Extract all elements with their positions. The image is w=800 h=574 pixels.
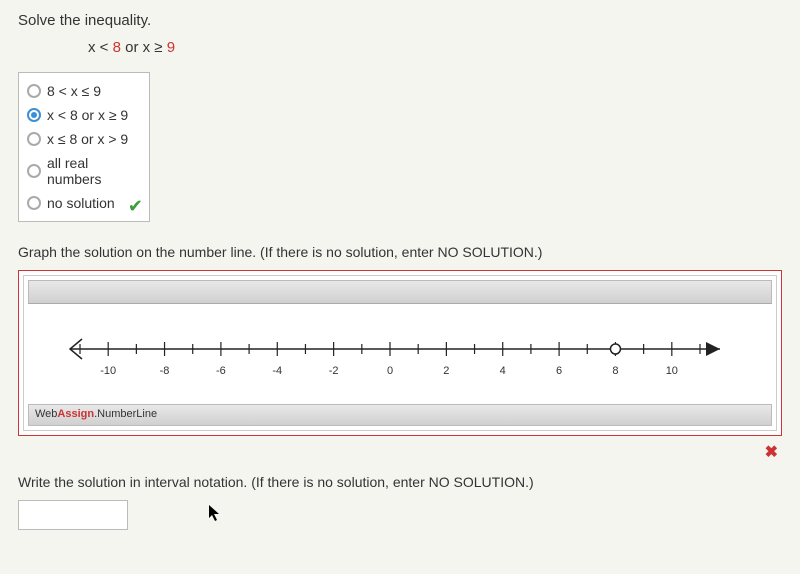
numberline-footer: WebAssign.NumberLine [28,404,772,426]
check-icon: ✔ [128,196,143,217]
option-row[interactable]: all real numbers [23,151,145,191]
interval-instruction: Write the solution in interval notation.… [18,474,782,490]
question-title: Solve the inequality. [18,12,782,29]
svg-text:-10: -10 [100,365,116,377]
option-row[interactable]: no solution [23,191,145,215]
svg-text:4: 4 [500,365,506,377]
ineq-part: x < [88,39,113,56]
radio-unchecked-icon[interactable] [27,84,41,98]
svg-text:-2: -2 [329,365,339,377]
open-point-icon[interactable] [610,344,620,354]
numberline-canvas[interactable]: -10 -8 -6 -4 -2 0 2 4 6 8 10 [28,304,772,404]
radio-options-box: 8 < x ≤ 9 x < 8 or x ≥ 9 x ≤ 8 or x > 9 … [18,72,150,222]
svg-text:10: 10 [666,365,678,377]
numberline-svg[interactable]: -10 -8 -6 -4 -2 0 2 4 6 8 10 [58,334,742,384]
svg-text:-4: -4 [272,365,282,377]
graph-instruction: Graph the solution on the number line. (… [18,244,782,260]
inequality-expression: x < 8 or x ≥ 9 [88,39,782,56]
brand-assign: Assign [57,408,94,420]
option-label: no solution [47,195,115,211]
option-label: x < 8 or x ≥ 9 [47,107,128,123]
radio-unchecked-icon[interactable] [27,164,41,178]
ineq-num2: 9 [167,39,175,56]
option-row[interactable]: 8 < x ≤ 9 [23,79,145,103]
radio-checked-icon[interactable] [27,108,41,122]
option-label: 8 < x ≤ 9 [47,83,101,99]
svg-text:-6: -6 [216,365,226,377]
brand-rest: .NumberLine [94,408,157,420]
option-label: x ≤ 8 or x > 9 [47,131,128,147]
svg-text:-8: -8 [160,365,170,377]
svg-text:6: 6 [556,365,562,377]
numberline-toolbar[interactable] [28,280,772,304]
radio-unchecked-icon[interactable] [27,132,41,146]
svg-text:8: 8 [612,365,618,377]
interval-answer-input[interactable] [18,500,128,530]
svg-text:0: 0 [387,365,393,377]
cursor-icon [208,504,222,522]
brand-web: Web [35,408,57,420]
graph-panel: -10 -8 -6 -4 -2 0 2 4 6 8 10 WebAssign.NumberLine [18,270,782,436]
radio-unchecked-icon[interactable] [27,196,41,210]
option-row[interactable]: x < 8 or x ≥ 9 [23,103,145,127]
ineq-num: 8 [113,39,121,56]
option-row[interactable]: x ≤ 8 or x > 9 [23,127,145,151]
svg-text:2: 2 [443,365,449,377]
option-label: all real numbers [47,155,137,187]
ineq-mid: or x ≥ [121,39,167,56]
incorrect-icon: ✖ [18,442,782,462]
